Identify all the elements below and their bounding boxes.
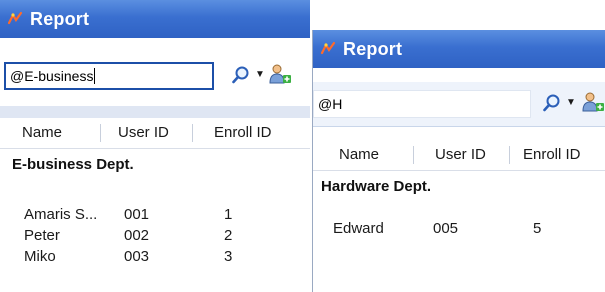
column-separator[interactable] [413, 146, 414, 164]
cell-user-id: 005 [433, 220, 459, 237]
cell-user-id: 003 [124, 248, 150, 265]
column-header-enroll-id[interactable]: Enroll ID [214, 118, 272, 148]
report-app-icon [320, 41, 336, 55]
cell-name: Peter [24, 227, 60, 244]
title-bar[interactable]: Report [313, 30, 605, 68]
group-header[interactable]: E-business Dept. [0, 150, 310, 180]
add-user-icon[interactable] [581, 90, 605, 114]
column-separator[interactable] [100, 124, 101, 142]
table-row[interactable]: Edward 005 5 [313, 220, 605, 241]
column-header-user-id[interactable]: User ID [118, 118, 169, 148]
toolbar-divider [0, 106, 310, 118]
table-row[interactable]: Peter 002 2 [0, 227, 310, 248]
cell-enroll-id: 3 [224, 248, 233, 265]
table-row[interactable]: Amaris S... 001 1 [0, 206, 310, 227]
cell-name: Edward [333, 220, 384, 237]
column-header-name[interactable]: Name [339, 140, 379, 170]
toolbar: @E-business ▼ [0, 58, 310, 106]
window-title: Report [343, 38, 403, 59]
search-input[interactable]: @H [313, 90, 531, 118]
column-separator[interactable] [509, 146, 510, 164]
column-separator[interactable] [192, 124, 193, 142]
column-header-name[interactable]: Name [22, 118, 62, 148]
text-cursor [94, 68, 96, 84]
report-panel-hardware: Report @H ▼ Name User ID Enroll ID Hardw… [312, 30, 605, 292]
toolbar: @H ▼ [313, 82, 605, 127]
report-panel-ebusiness: Report @E-business ▼ Name User ID Enroll… [0, 0, 310, 292]
group-header[interactable]: Hardware Dept. [313, 172, 605, 202]
cell-name: Amaris S... [24, 206, 98, 223]
column-header: Name User ID Enroll ID [0, 118, 310, 149]
search-dropdown-icon[interactable]: ▼ [255, 69, 265, 80]
search-input[interactable]: @E-business [4, 62, 214, 90]
search-icon[interactable] [541, 92, 563, 114]
cell-enroll-id: 5 [533, 220, 542, 237]
window-title: Report [30, 8, 90, 29]
cell-user-id: 001 [124, 206, 150, 223]
column-header-enroll-id[interactable]: Enroll ID [523, 140, 581, 170]
column-header: Name User ID Enroll ID [313, 140, 605, 171]
cell-enroll-id: 2 [224, 227, 233, 244]
cell-user-id: 002 [124, 227, 150, 244]
search-value: @E-business [10, 68, 94, 84]
title-bar[interactable]: Report [0, 0, 310, 38]
cell-name: Miko [24, 248, 56, 265]
column-header-user-id[interactable]: User ID [435, 140, 486, 170]
table-row[interactable]: Miko 003 3 [0, 248, 310, 269]
add-user-icon[interactable] [268, 62, 292, 86]
search-icon[interactable] [230, 64, 252, 86]
report-app-icon [7, 11, 23, 25]
search-dropdown-icon[interactable]: ▼ [566, 97, 576, 108]
cell-enroll-id: 1 [224, 206, 233, 223]
search-value: @H [318, 96, 343, 112]
